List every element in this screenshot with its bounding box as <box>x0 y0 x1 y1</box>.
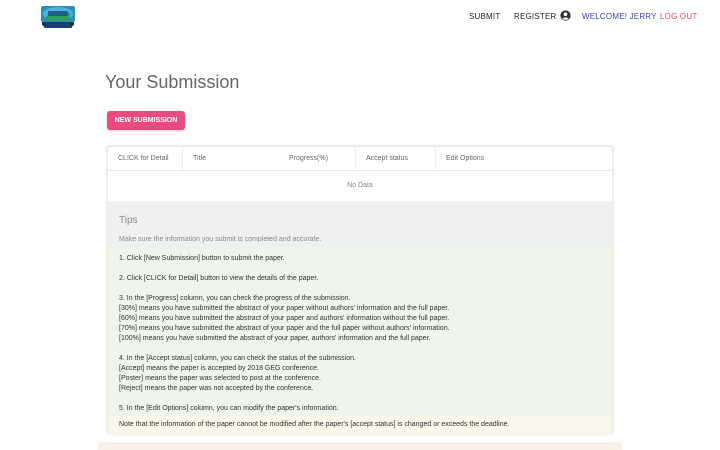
tip-line: [Accept] means the paper is accepted by … <box>119 365 320 372</box>
user-circle-icon <box>560 10 571 21</box>
tip-line: [Reject] means the paper was not accepte… <box>119 385 314 392</box>
nav-register-link[interactable]: REGISTER <box>514 12 557 21</box>
nav-submit-link[interactable]: SUBMIT <box>469 12 500 21</box>
top-navbar: SUBMIT REGISTER WELCOME! JERRY LOG OUT <box>0 0 720 34</box>
tip-line: [Poster] means the paper was selected to… <box>119 375 321 382</box>
table-empty-text: No Data <box>347 182 373 189</box>
tip-line: 4. In the [Accept status] column, you ca… <box>119 355 356 362</box>
column-header-accept-status: Accept status <box>355 147 435 171</box>
tip-line: [30%] means you have submitted the abstr… <box>119 305 450 312</box>
nav-welcome-user[interactable]: WELCOME! JERRY <box>582 12 657 21</box>
new-submission-button[interactable]: NEW SUBMISSION <box>107 111 185 130</box>
tip-line: 5. In the [Edit Options] column, you can… <box>119 405 339 412</box>
tips-header: Tips Make sure the information you submi… <box>108 201 612 249</box>
tips-body: 1. Click [New Submission] button to subm… <box>108 249 612 416</box>
tip-line: 1. Click [New Submission] button to subm… <box>119 255 285 262</box>
tips-note-text: Note that the information of the paper c… <box>119 421 510 428</box>
column-header-detail: CLICK for Detail <box>118 155 169 162</box>
table-header: CLICK for Detail Title Progress(%) Accep… <box>108 147 612 171</box>
conference-logo-icon[interactable] <box>40 5 76 29</box>
footer-strip <box>98 442 622 450</box>
tip-line: [100%] means you have submitted the abst… <box>119 335 431 342</box>
page-title: Your Submission <box>105 72 240 92</box>
tips-title: Tips <box>119 215 138 226</box>
tips-note: Note that the information of the paper c… <box>108 416 612 434</box>
nav-logout-link[interactable]: LOG OUT <box>660 12 697 21</box>
submission-card: CLICK for Detail Title Progress(%) Accep… <box>107 146 613 434</box>
column-header-edit-options: Edit Options <box>435 147 612 171</box>
tip-line: 2. Click [CLICK for Detail] button to vi… <box>119 275 319 282</box>
column-header-progress: Progress(%) <box>289 155 328 162</box>
column-header-title: Title <box>182 147 279 171</box>
tip-line: 3. In the [Progress] column, you can che… <box>119 295 351 302</box>
tip-line: [70%] means you have submitted the abstr… <box>119 325 450 332</box>
tips-subtitle: Make sure the information you submit is … <box>119 236 322 243</box>
tip-line: [60%] means you have submitted the abstr… <box>119 315 450 322</box>
